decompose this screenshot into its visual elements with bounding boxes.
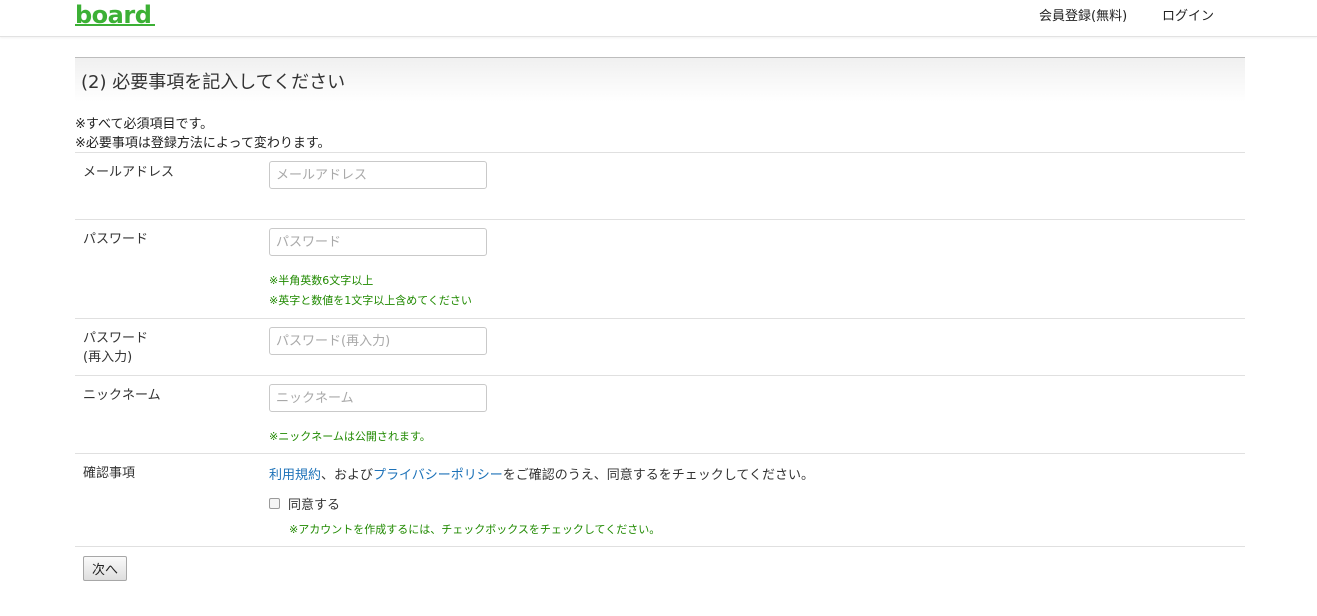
password-confirm-row: パスワード (再入力) xyxy=(75,318,1245,376)
section-title-bar: (2) 必要事項を記入してください xyxy=(75,57,1245,102)
password-field[interactable] xyxy=(269,228,487,256)
agree-hint: ※アカウントを作成するには、チェックボックスをチェックしてください。 xyxy=(289,523,661,536)
password-confirm-label: パスワード (再入力) xyxy=(83,329,148,367)
terms-line: 利用規約、およびプライバシーポリシーをご確認のうえ、同意するをチェックしてくださ… xyxy=(269,464,814,483)
nav-login-link[interactable]: ログイン xyxy=(1162,5,1214,24)
required-note: ※すべて必須項目です。 xyxy=(75,117,214,132)
email-field[interactable] xyxy=(269,161,487,189)
and-text: 、および xyxy=(321,468,374,483)
confirm-label: 確認事項 xyxy=(83,466,136,481)
password-confirm-label-line1: パスワード xyxy=(83,331,149,346)
nickname-row: ニックネーム ※ニックネームは公開されます。 xyxy=(75,375,1245,454)
nickname-label: ニックネーム xyxy=(83,388,161,403)
terms-link[interactable]: 利用規約 xyxy=(269,468,321,483)
email-row: メールアドレス xyxy=(75,152,1245,220)
logo-underline xyxy=(75,24,155,26)
agree-label[interactable]: 同意する xyxy=(288,494,340,513)
nav-register-link[interactable]: 会員登録(無料) xyxy=(1039,5,1127,24)
agree-checkbox[interactable] xyxy=(269,498,280,509)
terms-tail-text: をご確認のうえ、同意するをチェックしてください。 xyxy=(502,468,815,483)
password-label: パスワード xyxy=(83,232,149,247)
password-confirm-field[interactable] xyxy=(269,327,487,355)
next-button[interactable]: 次へ xyxy=(83,556,127,581)
password-confirm-label-line2: (再入力) xyxy=(83,350,133,365)
password-chars-hint: ※英字と数値を1文字以上含めてください xyxy=(269,294,472,307)
email-label: メールアドレス xyxy=(83,165,175,180)
password-length-hint: ※半角英数6文字以上 xyxy=(269,274,374,287)
method-note: ※必要事項は登録方法によって変わります。 xyxy=(75,136,331,151)
section-title: (2) 必要事項を記入してください xyxy=(81,72,346,93)
nickname-field[interactable] xyxy=(269,384,487,412)
password-row: パスワード ※半角英数6文字以上 ※英字と数値を1文字以上含めてください xyxy=(75,219,1245,319)
site-header: board 会員登録(無料) ログイン xyxy=(0,0,1317,37)
nickname-public-hint: ※ニックネームは公開されます。 xyxy=(269,430,431,443)
confirm-row: 確認事項 利用規約、およびプライバシーポリシーをご確認のうえ、同意するをチェック… xyxy=(75,453,1245,547)
form-bottom-divider xyxy=(75,546,1245,547)
privacy-policy-link[interactable]: プライバシーポリシー xyxy=(373,468,503,483)
